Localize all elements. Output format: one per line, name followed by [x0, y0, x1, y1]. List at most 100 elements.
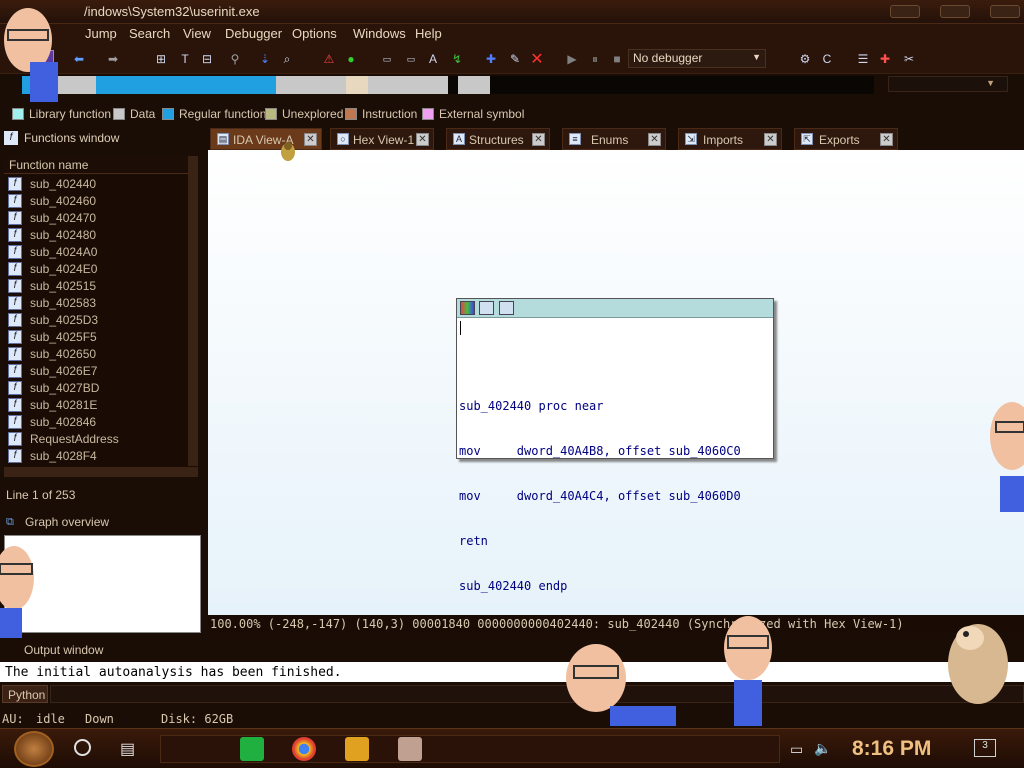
warning-icon[interactable]: ⚠ [320, 50, 338, 68]
menu-jump[interactable]: Jump [85, 26, 117, 41]
chrome-icon[interactable] [292, 737, 316, 761]
code-line[interactable]: sub_402440 endp [459, 579, 741, 594]
search-text-icon[interactable]: ⌕ [278, 50, 296, 68]
forward-arrow-icon[interactable]: ➡ [104, 50, 122, 68]
code-line[interactable]: mov dword_40A4B8, offset sub_4060C0 [459, 444, 741, 459]
disassembly-lines[interactable]: sub_402440 proc near mov dword_40A4B8, o… [459, 369, 741, 624]
legend-label: External symbol [439, 107, 525, 121]
tab-hex-view-1[interactable]: ○ Hex View-1 ✕ [330, 128, 434, 150]
maximize-button[interactable] [940, 5, 970, 18]
list-item[interactable]: f sub_402480 [4, 226, 188, 243]
list-item[interactable]: f sub_40281E [4, 396, 188, 413]
file-explorer-icon[interactable] [345, 737, 369, 761]
navigation-band[interactable] [22, 76, 874, 94]
list-item[interactable]: f sub_4025D3 [4, 311, 188, 328]
code-nav-icon[interactable]: ⊞ [152, 50, 170, 68]
text-view-icon[interactable]: T [176, 50, 194, 68]
volume-muted-icon[interactable]: 🔈 [814, 740, 831, 757]
python-command-input[interactable] [50, 685, 1024, 703]
play-icon[interactable]: ▶ [563, 50, 581, 68]
edit-function-icon[interactable]: ✎ [506, 50, 524, 68]
app-green-icon[interactable] [240, 737, 264, 761]
binoculars-icon[interactable]: ⚲ [226, 50, 244, 68]
group-icon[interactable] [499, 301, 514, 315]
list-icon[interactable]: ☰ [854, 50, 872, 68]
menu-debugger[interactable]: Debugger [225, 26, 282, 41]
network-icon[interactable]: ▭ [790, 741, 803, 758]
tab-exports[interactable]: ⇱ Exports ✕ [794, 128, 898, 150]
tab-ida-view-a[interactable]: ▤ IDA View-A ✕ [210, 128, 322, 150]
close-icon[interactable]: ✕ [304, 133, 317, 146]
close-icon[interactable]: ✕ [532, 133, 545, 146]
close-icon[interactable]: ✕ [764, 133, 777, 146]
code-icon[interactable]: ▭ [378, 50, 396, 68]
code-line[interactable]: sub_402440 proc near [459, 399, 741, 414]
output-window-text[interactable]: The initial autoanalysis has been finish… [0, 662, 1024, 682]
nav-range-dropdown[interactable]: ▼ [888, 76, 1008, 92]
list-item[interactable]: f sub_402470 [4, 209, 188, 226]
list-item[interactable]: f sub_4024A0 [4, 243, 188, 260]
start-button[interactable] [14, 731, 54, 767]
list-item[interactable]: f sub_402650 [4, 345, 188, 362]
list-item[interactable]: f sub_4028F4 [4, 447, 188, 464]
debug-attach-icon[interactable]: C [818, 50, 836, 68]
green-circle-icon[interactable]: ● [342, 50, 360, 68]
back-arrow-icon[interactable]: ⬅ [70, 50, 88, 68]
minimize-button[interactable] [890, 5, 920, 18]
function-name-column-header[interactable]: Function name [4, 156, 188, 174]
debugger-dropdown[interactable]: No debugger ▼ [628, 49, 766, 68]
menu-view[interactable]: View [183, 26, 211, 41]
menu-help[interactable]: Help [415, 26, 442, 41]
create-function-icon[interactable]: ✚ [482, 50, 500, 68]
list-item[interactable]: f RequestAddress [4, 430, 188, 447]
debug-settings-icon[interactable]: ⚙ [796, 50, 814, 68]
functions-horizontal-scrollbar[interactable] [4, 467, 198, 477]
menu-search[interactable]: Search [129, 26, 170, 41]
python-button[interactable]: Python [2, 685, 48, 703]
list-item[interactable]: f sub_402515 [4, 277, 188, 294]
tools-icon[interactable]: ✂ [900, 50, 918, 68]
search-icon[interactable] [74, 739, 91, 756]
down-arrow-icon[interactable]: ⇣ [256, 50, 274, 68]
user-avatar-icon[interactable] [398, 737, 422, 761]
functions-vertical-scrollbar[interactable] [188, 156, 198, 466]
code-node-titlebar[interactable] [457, 299, 773, 318]
functions-list[interactable]: f sub_402440 f sub_402460 f sub_402470 f sub… [4, 175, 188, 467]
list-item[interactable]: f sub_4026E7 [4, 362, 188, 379]
tab-label: Hex View-1 [353, 133, 415, 147]
code-block-node[interactable]: sub_402440 proc near mov dword_40A4B8, o… [456, 298, 774, 593]
task-view-icon[interactable]: ▤ [120, 739, 135, 759]
close-icon[interactable]: ✕ [880, 133, 893, 146]
stop-icon[interactable]: ■ [608, 50, 626, 68]
list-item[interactable]: f sub_402846 [4, 413, 188, 430]
code-line[interactable]: mov dword_40A4C4, offset sub_4060D0 [459, 489, 741, 504]
list-item[interactable]: f sub_402583 [4, 294, 188, 311]
undefine-icon[interactable]: ↯ [448, 50, 466, 68]
hex-view-icon[interactable]: ⊟ [198, 50, 216, 68]
color-palette-icon[interactable] [460, 301, 475, 315]
pause-icon[interactable]: ⏸ [586, 50, 604, 68]
close-window-button[interactable] [990, 5, 1020, 18]
graph-overview-title[interactable]: ⧉ Graph overview [6, 515, 109, 529]
list-item[interactable]: f sub_4027BD [4, 379, 188, 396]
list-item[interactable]: f sub_402440 [4, 175, 188, 192]
notification-center-icon[interactable]: 3 [974, 739, 996, 757]
delete-icon[interactable]: ✕ [528, 50, 546, 68]
close-icon[interactable]: ✕ [648, 133, 661, 146]
tab-enums[interactable]: ≡ Enums ✕ [562, 128, 666, 150]
menu-options[interactable]: Options [292, 26, 337, 41]
breakpoint-icon[interactable]: ✚ [876, 50, 894, 68]
output-window-title[interactable]: Output window [24, 643, 103, 657]
code-line[interactable]: retn [459, 534, 741, 549]
close-icon[interactable]: ✕ [416, 133, 429, 146]
list-item[interactable]: f sub_4024E0 [4, 260, 188, 277]
list-item[interactable]: f sub_4025F5 [4, 328, 188, 345]
ascii-icon[interactable]: A [424, 50, 442, 68]
taskbar-clock[interactable]: 8:16 PM [852, 737, 931, 761]
tab-structures[interactable]: A Structures ✕ [446, 128, 550, 150]
tab-imports[interactable]: ⇲ Imports ✕ [678, 128, 782, 150]
rename-icon[interactable] [479, 301, 494, 315]
menu-windows[interactable]: Windows [353, 26, 406, 41]
list-item[interactable]: f sub_402460 [4, 192, 188, 209]
data-icon[interactable]: ▭ [402, 50, 420, 68]
